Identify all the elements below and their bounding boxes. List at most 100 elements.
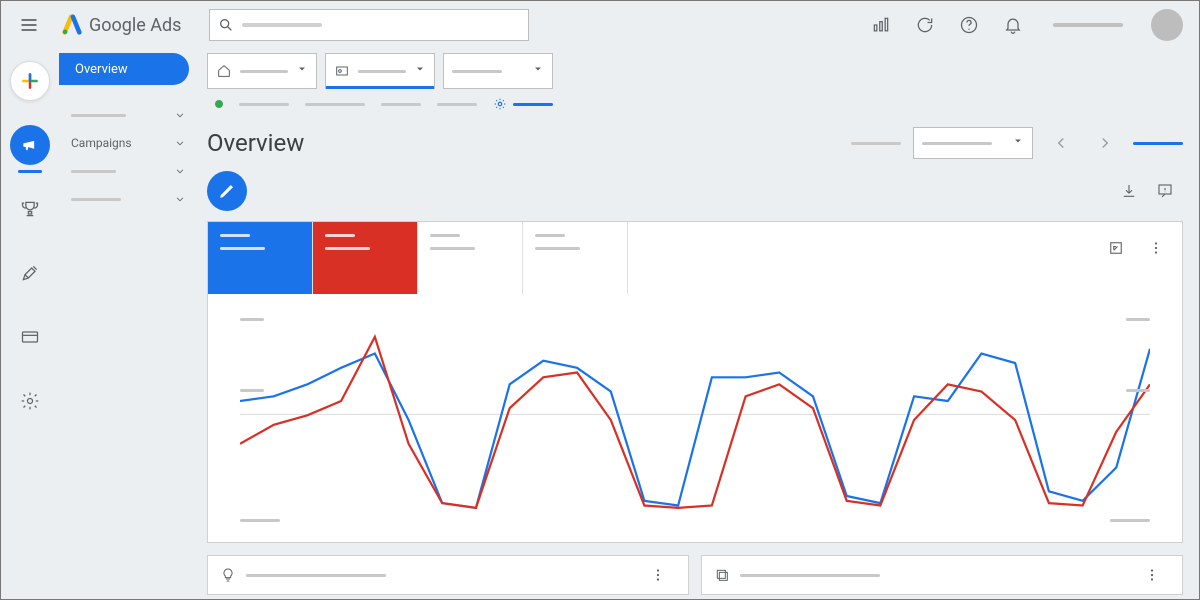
bell-icon bbox=[1003, 15, 1023, 35]
help-icon bbox=[959, 15, 979, 35]
notifications-button[interactable] bbox=[993, 5, 1033, 45]
sidepanel-item-3[interactable] bbox=[59, 157, 199, 185]
bar-chart-icon bbox=[871, 15, 891, 35]
chart-area bbox=[208, 294, 1182, 542]
sidepanel-label-placeholder bbox=[71, 114, 126, 117]
card-more-button[interactable] bbox=[640, 557, 676, 593]
insights-card[interactable] bbox=[701, 555, 1183, 595]
download-icon bbox=[1120, 182, 1138, 200]
side-panel: Overview Campaigns bbox=[59, 49, 199, 599]
global-search[interactable] bbox=[209, 9, 529, 41]
layers-icon bbox=[714, 567, 730, 583]
sidepanel-overview-pill[interactable]: Overview bbox=[59, 53, 189, 85]
sidepanel-campaigns-label: Campaigns bbox=[71, 136, 132, 150]
brand-name: Google Ads bbox=[89, 15, 181, 36]
metric-value-placeholder bbox=[535, 247, 580, 250]
top-bar: Google Ads bbox=[1, 1, 1199, 49]
page-title-row: Overview bbox=[207, 127, 1183, 159]
create-button[interactable] bbox=[10, 61, 50, 101]
scope-account-selector[interactable] bbox=[207, 53, 317, 89]
brand-logo[interactable]: Google Ads bbox=[57, 14, 185, 36]
settings-link-placeholder bbox=[513, 103, 553, 106]
rail-item-billing[interactable] bbox=[10, 317, 50, 357]
campaign-status-row bbox=[215, 97, 1183, 111]
caret-down-icon bbox=[1012, 135, 1024, 151]
metric-tile-3[interactable] bbox=[418, 222, 523, 294]
help-button[interactable] bbox=[949, 5, 989, 45]
download-button[interactable] bbox=[1111, 173, 1147, 209]
recommendations-card[interactable] bbox=[207, 555, 689, 595]
card-title-placeholder bbox=[740, 574, 880, 577]
sidepanel-label-placeholder bbox=[71, 198, 121, 201]
account-label-placeholder bbox=[1053, 23, 1123, 27]
metric-tile-4[interactable] bbox=[523, 222, 628, 294]
caret-down-icon bbox=[414, 63, 426, 79]
expand-chart-button[interactable] bbox=[1098, 230, 1134, 266]
plus-icon bbox=[20, 71, 40, 91]
rail-item-goals[interactable] bbox=[10, 189, 50, 229]
rail-item-tools[interactable] bbox=[10, 253, 50, 293]
summary-chart-card bbox=[207, 221, 1183, 543]
campaign-settings-link[interactable] bbox=[493, 97, 553, 111]
y-tick-right-mid bbox=[1126, 389, 1150, 392]
gear-icon bbox=[493, 97, 507, 111]
chevron-down-icon bbox=[173, 108, 187, 122]
date-prev-button[interactable] bbox=[1045, 127, 1077, 159]
chevron-right-icon bbox=[1096, 134, 1114, 152]
sidepanel-overview-label: Overview bbox=[75, 62, 128, 77]
scope-adgroup-selector[interactable] bbox=[443, 53, 553, 89]
caret-down-icon bbox=[532, 63, 544, 79]
chevron-down-icon bbox=[173, 136, 187, 150]
reports-button[interactable] bbox=[861, 5, 901, 45]
metric-value-placeholder bbox=[325, 247, 370, 250]
metric-label-placeholder bbox=[535, 234, 565, 237]
date-range-placeholder bbox=[922, 142, 992, 145]
main-content: Overview bbox=[199, 49, 1199, 599]
sidepanel-label-placeholder bbox=[71, 170, 116, 173]
date-range-selector[interactable] bbox=[913, 127, 1033, 159]
date-shortcut-placeholder[interactable] bbox=[1133, 142, 1183, 145]
sidepanel-item-4[interactable] bbox=[59, 185, 199, 213]
user-avatar[interactable] bbox=[1151, 9, 1183, 41]
sidepanel-item-campaigns[interactable]: Campaigns bbox=[59, 129, 199, 157]
secondary-cards-row bbox=[207, 555, 1183, 595]
gear-icon bbox=[20, 391, 40, 411]
refresh-button[interactable] bbox=[905, 5, 945, 45]
status-placeholder bbox=[239, 103, 289, 106]
rail-item-campaigns[interactable] bbox=[10, 125, 50, 165]
chevron-down-icon bbox=[173, 192, 187, 206]
x-tick-end bbox=[1110, 519, 1150, 522]
more-vert-icon bbox=[1147, 239, 1165, 257]
card-more-button[interactable] bbox=[1134, 557, 1170, 593]
rail-item-admin[interactable] bbox=[10, 381, 50, 421]
megaphone-icon bbox=[20, 135, 40, 155]
sidepanel-item-1[interactable] bbox=[59, 101, 199, 129]
scope-selector-row bbox=[207, 53, 1183, 89]
menu-toggle[interactable] bbox=[9, 5, 49, 45]
status-placeholder bbox=[437, 103, 477, 106]
card-icon bbox=[20, 327, 40, 347]
chevron-left-icon bbox=[1052, 134, 1070, 152]
chart-series-metric-blue bbox=[240, 349, 1150, 508]
lightbulb-icon bbox=[220, 567, 236, 583]
status-enabled-dot bbox=[215, 100, 223, 108]
app-root: Google Ads bbox=[0, 0, 1200, 600]
customize-button[interactable] bbox=[207, 171, 247, 211]
metric-tile-1[interactable] bbox=[208, 222, 313, 294]
caret-down-icon bbox=[296, 63, 308, 79]
feedback-button[interactable] bbox=[1147, 173, 1183, 209]
page-title: Overview bbox=[207, 129, 304, 157]
chart-tools bbox=[1090, 222, 1182, 294]
chevron-down-icon bbox=[173, 164, 187, 178]
metric-tile-2[interactable] bbox=[313, 222, 418, 294]
x-tick-start bbox=[240, 519, 280, 522]
scope-campaign-selector[interactable] bbox=[325, 53, 435, 89]
ads-logo-icon bbox=[61, 14, 83, 36]
feedback-icon bbox=[1156, 182, 1174, 200]
card-title-placeholder bbox=[246, 574, 386, 577]
chart-more-button[interactable] bbox=[1138, 230, 1174, 266]
date-next-button[interactable] bbox=[1089, 127, 1121, 159]
search-placeholder bbox=[242, 23, 322, 27]
home-icon bbox=[216, 63, 232, 79]
line-chart bbox=[240, 325, 1150, 515]
